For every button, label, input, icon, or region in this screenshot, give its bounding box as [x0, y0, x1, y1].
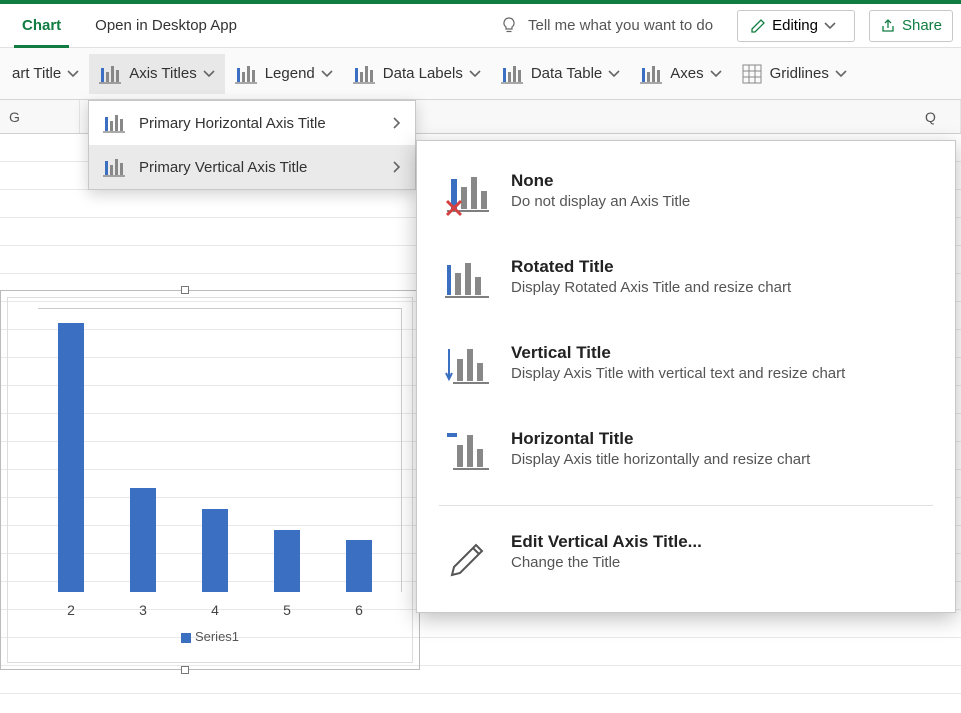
chart-bar	[58, 323, 84, 592]
rotated-icon	[443, 257, 493, 307]
editing-label: Editing	[772, 17, 818, 34]
chart-bar	[130, 488, 156, 592]
axes-icon	[640, 64, 662, 84]
option-title: None	[511, 171, 690, 191]
axes-label: Axes	[670, 65, 703, 82]
column-header-g[interactable]: G	[0, 100, 80, 133]
column-header-q[interactable]: Q	[901, 100, 961, 133]
chart-x-label: 2	[67, 602, 75, 618]
legend-button[interactable]: Legend	[225, 54, 343, 94]
chevron-down-icon	[835, 70, 847, 78]
chevron-down-icon	[469, 70, 481, 78]
open-in-desktop-button[interactable]: Open in Desktop App	[95, 4, 237, 48]
legend-label: Legend	[265, 65, 315, 82]
option-desc: Display Axis Title with vertical text an…	[511, 365, 845, 382]
pencil-icon	[750, 18, 766, 34]
axis-titles-label: Axis Titles	[129, 65, 197, 82]
chevron-right-icon	[393, 117, 401, 129]
option-edit-title[interactable]: Edit Vertical Axis Title... Change the T…	[417, 514, 955, 600]
tab-chart[interactable]: Chart	[8, 4, 75, 48]
data-table-icon	[501, 64, 523, 84]
option-title: Rotated Title	[511, 257, 791, 277]
lightbulb-icon	[500, 17, 518, 35]
chart-title-label: art Title	[12, 65, 61, 82]
separator	[439, 505, 933, 506]
vertical-icon	[443, 343, 493, 393]
none-icon	[443, 171, 493, 221]
data-labels-icon	[353, 64, 375, 84]
chart-x-label: 4	[211, 602, 219, 618]
share-label: Share	[902, 17, 942, 34]
data-table-label: Data Table	[531, 65, 602, 82]
chevron-right-icon	[393, 161, 401, 173]
option-desc: Change the Title	[511, 554, 702, 571]
chart-title-button[interactable]: art Title	[2, 54, 89, 94]
chevron-down-icon	[67, 70, 79, 78]
option-title: Edit Vertical Axis Title...	[511, 532, 702, 552]
menu-item-primary-vertical[interactable]: Primary Vertical Axis Title	[89, 145, 415, 189]
chart-plot-area[interactable]: 2 3 4 5 6 Series1	[7, 297, 413, 663]
tell-me-search[interactable]: Tell me what you want to do	[500, 17, 713, 35]
chevron-down-icon	[203, 70, 215, 78]
data-labels-label: Data Labels	[383, 65, 463, 82]
option-title: Vertical Title	[511, 343, 845, 363]
axis-titles-button[interactable]: Axis Titles	[89, 54, 225, 94]
menu-item-primary-horizontal[interactable]: Primary Horizontal Axis Title	[89, 101, 415, 145]
option-none[interactable]: None Do not display an Axis Title	[417, 153, 955, 239]
chart-bar	[202, 509, 228, 592]
vertical-axis-title-flyout: None Do not display an Axis Title Rotate…	[416, 140, 956, 613]
chevron-down-icon	[824, 22, 836, 30]
resize-handle-top[interactable]	[181, 286, 189, 294]
legend-icon	[235, 64, 257, 84]
chart-legend: Series1	[8, 629, 412, 644]
menu-item-label: Primary Horizontal Axis Title	[139, 115, 326, 132]
axis-titles-menu: Primary Horizontal Axis Title Primary Ve…	[88, 100, 416, 190]
gridlines-label: Gridlines	[770, 65, 829, 82]
chart-x-label: 3	[139, 602, 147, 618]
resize-handle-bottom[interactable]	[181, 666, 189, 674]
option-title: Horizontal Title	[511, 429, 810, 449]
chart-x-label: 6	[355, 602, 363, 618]
chart-object[interactable]: 2 3 4 5 6 Series1	[0, 290, 420, 670]
chart-x-label: 5	[283, 602, 291, 618]
menu-item-label: Primary Vertical Axis Title	[139, 159, 307, 176]
bars-icon	[103, 157, 125, 177]
chart-bar	[346, 540, 372, 592]
option-desc: Display Rotated Axis Title and resize ch…	[511, 279, 791, 296]
gridlines-button[interactable]: Gridlines	[732, 54, 857, 94]
option-desc: Do not display an Axis Title	[511, 193, 690, 210]
legend-swatch	[181, 633, 191, 643]
axis-titles-icon	[99, 64, 121, 84]
pencil-icon	[443, 532, 493, 582]
chart-bar	[274, 530, 300, 592]
tell-me-label: Tell me what you want to do	[528, 17, 713, 34]
option-desc: Display Axis title horizontally and resi…	[511, 451, 810, 468]
option-vertical[interactable]: Vertical Title Display Axis Title with v…	[417, 325, 955, 411]
chart-canvas	[38, 308, 402, 592]
legend-label: Series1	[195, 629, 239, 644]
share-icon	[880, 18, 896, 34]
ribbon: art Title Axis Titles Legend Data Labels…	[0, 48, 961, 100]
data-table-button[interactable]: Data Table	[491, 54, 630, 94]
axes-button[interactable]: Axes	[630, 54, 731, 94]
share-button[interactable]: Share	[869, 10, 953, 42]
option-horizontal[interactable]: Horizontal Title Display Axis title hori…	[417, 411, 955, 497]
option-rotated[interactable]: Rotated Title Display Rotated Axis Title…	[417, 239, 955, 325]
editing-mode-button[interactable]: Editing	[737, 10, 855, 42]
chevron-down-icon	[321, 70, 333, 78]
chevron-down-icon	[608, 70, 620, 78]
horizontal-icon	[443, 429, 493, 479]
gridlines-icon	[742, 64, 762, 84]
chevron-down-icon	[710, 70, 722, 78]
data-labels-button[interactable]: Data Labels	[343, 54, 491, 94]
tab-row: Chart Open in Desktop App Tell me what y…	[0, 4, 961, 48]
bars-icon	[103, 113, 125, 133]
